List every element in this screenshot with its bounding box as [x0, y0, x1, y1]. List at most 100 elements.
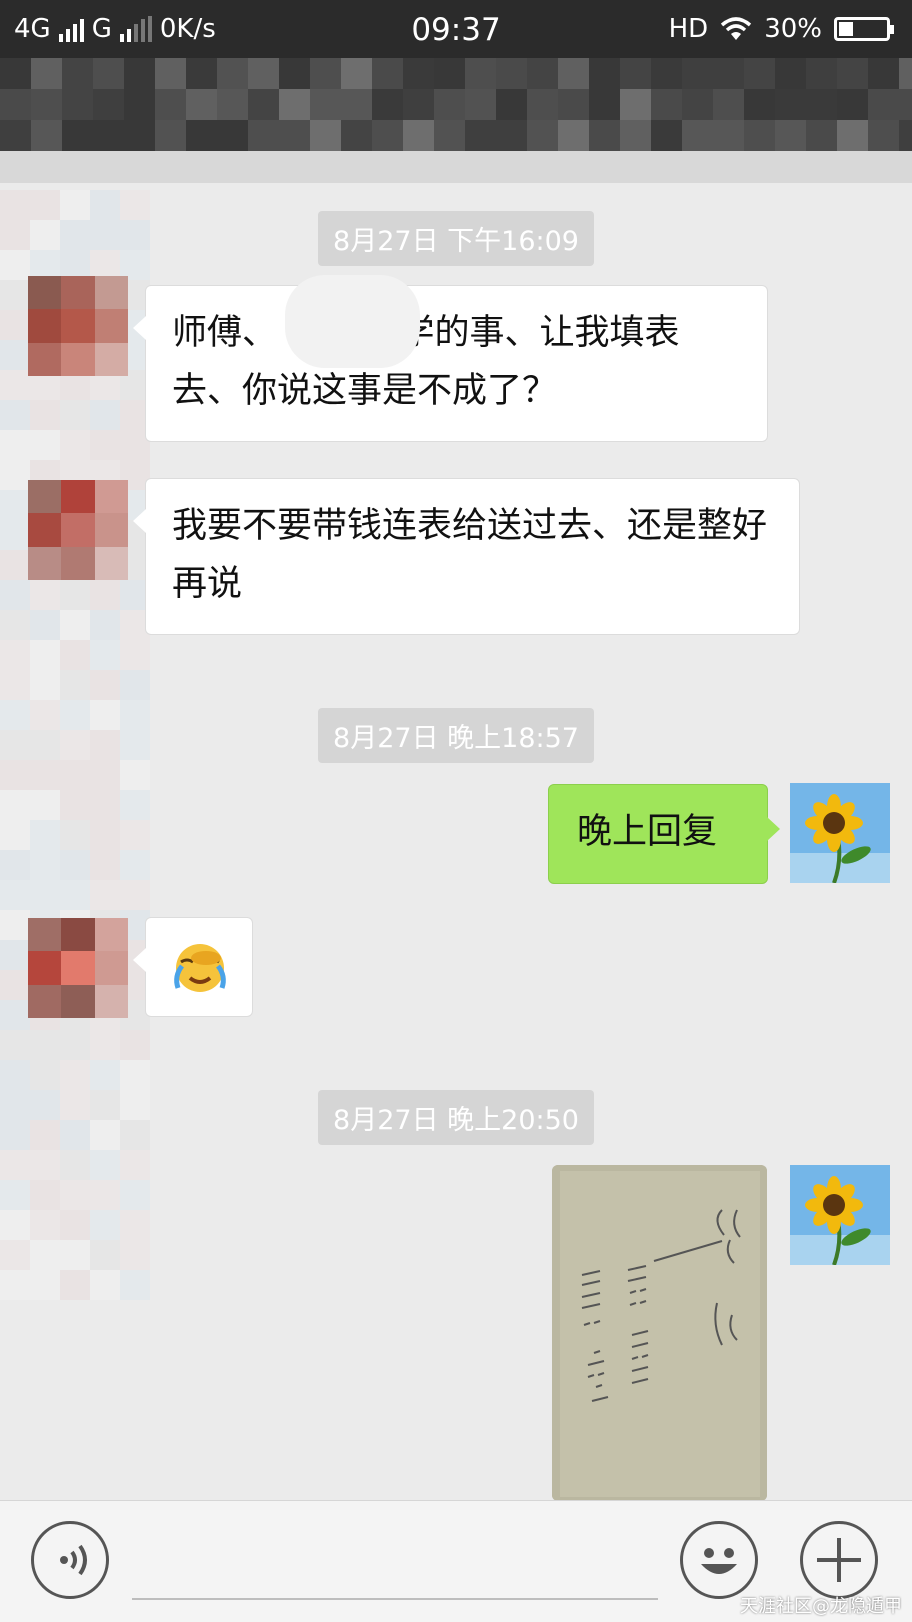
pixel-block — [90, 880, 120, 910]
pixel-block — [93, 120, 124, 151]
message-bubble-received[interactable] — [133, 917, 253, 1017]
pixel-block — [30, 1060, 60, 1090]
pixel-block — [30, 1030, 60, 1060]
pixel-block — [0, 120, 31, 151]
pixel-block — [62, 151, 93, 182]
pixel-block — [527, 89, 558, 120]
pixel-block — [90, 760, 120, 790]
pixel-block — [837, 151, 868, 182]
pixel-block — [651, 89, 682, 120]
pixel-block — [403, 151, 434, 182]
pixel-block — [0, 580, 30, 610]
pixel-block — [0, 910, 30, 940]
pixel-block — [0, 520, 30, 550]
pixel-block — [120, 1210, 150, 1240]
more-options-button[interactable] — [800, 1521, 878, 1599]
pixel-block — [30, 850, 60, 880]
input-bar: 天涯社区@龙隐遁甲 — [0, 1500, 912, 1622]
pixel-block — [0, 1240, 30, 1270]
pixel-block — [341, 151, 372, 182]
message-input[interactable] — [132, 1598, 658, 1600]
pixel-block — [372, 182, 403, 183]
pixel-block — [806, 182, 837, 183]
pixel-block — [30, 820, 60, 850]
pixel-block — [775, 120, 806, 151]
pixel-block — [186, 151, 217, 182]
pixel-block — [0, 151, 31, 182]
avatar-pixel — [61, 342, 95, 376]
pixel-block — [0, 58, 31, 89]
pixel-block — [120, 1030, 150, 1060]
contact-avatar[interactable] — [28, 276, 128, 376]
pixel-block — [0, 790, 30, 820]
voice-input-button[interactable] — [31, 1521, 109, 1599]
pixel-block — [651, 120, 682, 151]
message-bubble-received[interactable]: 师傅、 上学的事、让我填表去、你说这事是不成了？ — [133, 285, 768, 442]
avatar-pixel — [94, 951, 128, 985]
pixel-block — [120, 1270, 150, 1300]
pixel-block — [589, 151, 620, 182]
pixel-block — [120, 820, 150, 850]
pixel-block — [589, 182, 620, 183]
pixel-block — [837, 89, 868, 120]
avatar-pixel — [28, 309, 62, 343]
pixel-block — [217, 89, 248, 120]
avatar-pixel — [28, 276, 62, 310]
timestamp-label: 8月27日 下午16:09 — [318, 211, 594, 266]
sunflower-avatar[interactable] — [790, 1165, 890, 1265]
pixel-block — [775, 58, 806, 89]
contact-avatar[interactable] — [28, 480, 128, 580]
pixel-block — [0, 1060, 30, 1090]
message-text: 晚上回复 — [577, 812, 718, 852]
pixel-block — [60, 400, 90, 430]
pixel-block — [155, 58, 186, 89]
pixel-block — [60, 670, 90, 700]
pixel-block — [217, 182, 248, 183]
pixel-block — [372, 58, 403, 89]
pixel-block — [90, 1150, 120, 1180]
timestamp: 8月27日 下午16:09 — [0, 211, 912, 266]
pixel-block — [62, 182, 93, 183]
pixel-block — [60, 790, 90, 820]
pixel-block — [0, 970, 30, 1000]
pixel-block — [155, 151, 186, 182]
pixel-block — [527, 120, 558, 151]
emoji-button[interactable] — [680, 1521, 758, 1599]
pixel-block — [0, 490, 30, 520]
image-message[interactable] — [552, 1165, 767, 1501]
pixel-block — [899, 89, 912, 120]
pixel-block — [30, 610, 60, 640]
pixel-block — [62, 58, 93, 89]
pixel-block — [682, 89, 713, 120]
pixel-block — [651, 151, 682, 182]
pixel-block — [496, 120, 527, 151]
sunflower-avatar[interactable] — [790, 783, 890, 883]
contact-avatar[interactable] — [28, 918, 128, 1018]
pixel-block — [120, 850, 150, 880]
wifi-icon — [721, 17, 752, 40]
pixel-block — [744, 58, 775, 89]
pixel-block — [120, 670, 150, 700]
pixel-block — [744, 120, 775, 151]
pixel-block — [0, 1150, 30, 1180]
message-bubble-sent[interactable]: 晚上回复 — [548, 784, 780, 884]
redaction-patch — [285, 275, 420, 368]
message-bubble-received[interactable]: 我要不要带钱连表给送过去、还是整好再说 — [133, 478, 800, 635]
pixel-block — [0, 1210, 30, 1240]
avatar-pixel — [61, 513, 95, 547]
pixel-block — [217, 58, 248, 89]
pixel-block — [31, 182, 62, 183]
pixel-block — [403, 58, 434, 89]
pixel-block — [186, 120, 217, 151]
avatar-pixel — [61, 918, 95, 952]
pixel-block — [30, 640, 60, 670]
pixel-block — [124, 182, 155, 183]
pixel-block — [837, 58, 868, 89]
pixel-block — [217, 120, 248, 151]
avatar-pixel — [61, 984, 95, 1018]
pixel-block — [465, 151, 496, 182]
pixel-block — [589, 89, 620, 120]
pixel-block — [0, 182, 31, 183]
pixel-block — [30, 1270, 60, 1300]
pixel-block — [30, 760, 60, 790]
